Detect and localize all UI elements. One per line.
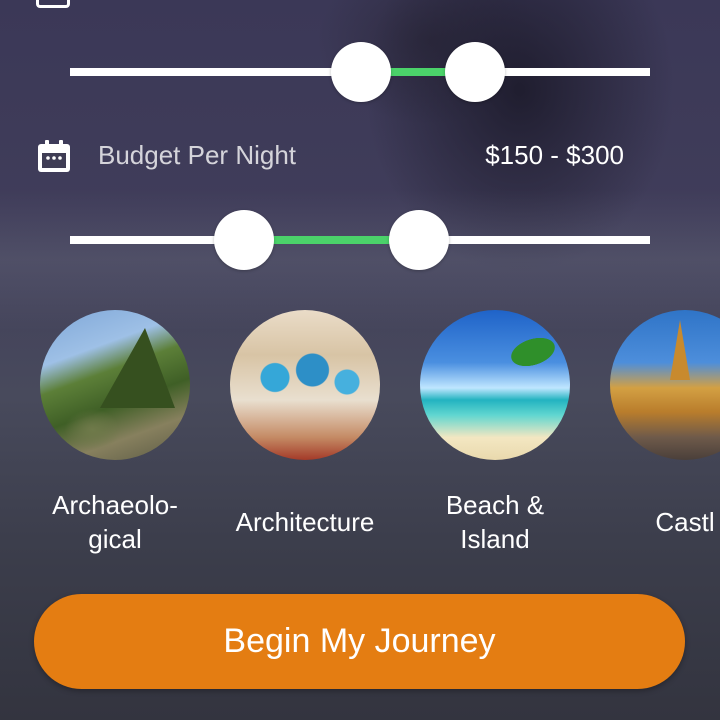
category-beach[interactable]: Beach & Island — [400, 310, 590, 556]
category-label: Beach & Island — [445, 490, 545, 554]
calendar-icon — [38, 140, 70, 172]
background-fog — [0, 190, 720, 330]
range-slider-max-handle[interactable] — [444, 42, 505, 102]
budget-label: Budget Per Night — [98, 140, 297, 170]
category-label: Architecture — [235, 507, 375, 537]
budget-value: $150 - $300 — [485, 140, 624, 170]
category-label: Castl — [655, 507, 715, 537]
budget-min-handle[interactable] — [214, 210, 274, 270]
archaeological-photo — [40, 310, 190, 460]
castle-photo — [610, 310, 720, 460]
begin-journey-button[interactable]: Begin My Journey — [34, 594, 685, 689]
category-castle[interactable]: Castl — [590, 310, 720, 539]
category-archaeological[interactable]: Archaeolo- gical — [20, 310, 210, 556]
budget-max-handle[interactable] — [388, 210, 449, 270]
calendar-icon — [36, 0, 70, 8]
budget-range-slider[interactable] — [70, 210, 650, 270]
category-label: Archaeolo- gical — [52, 490, 178, 554]
architecture-photo — [230, 310, 380, 460]
category-architecture[interactable]: Architecture — [210, 310, 400, 539]
range-slider-min-handle[interactable] — [330, 42, 391, 102]
range-slider-top[interactable] — [70, 42, 650, 102]
beach-photo — [420, 310, 570, 460]
budget-row: Budget Per Night $150 - $300 — [36, 134, 624, 178]
category-carousel[interactable]: Archaeolo- gical Architecture Beach & Is… — [0, 310, 720, 570]
